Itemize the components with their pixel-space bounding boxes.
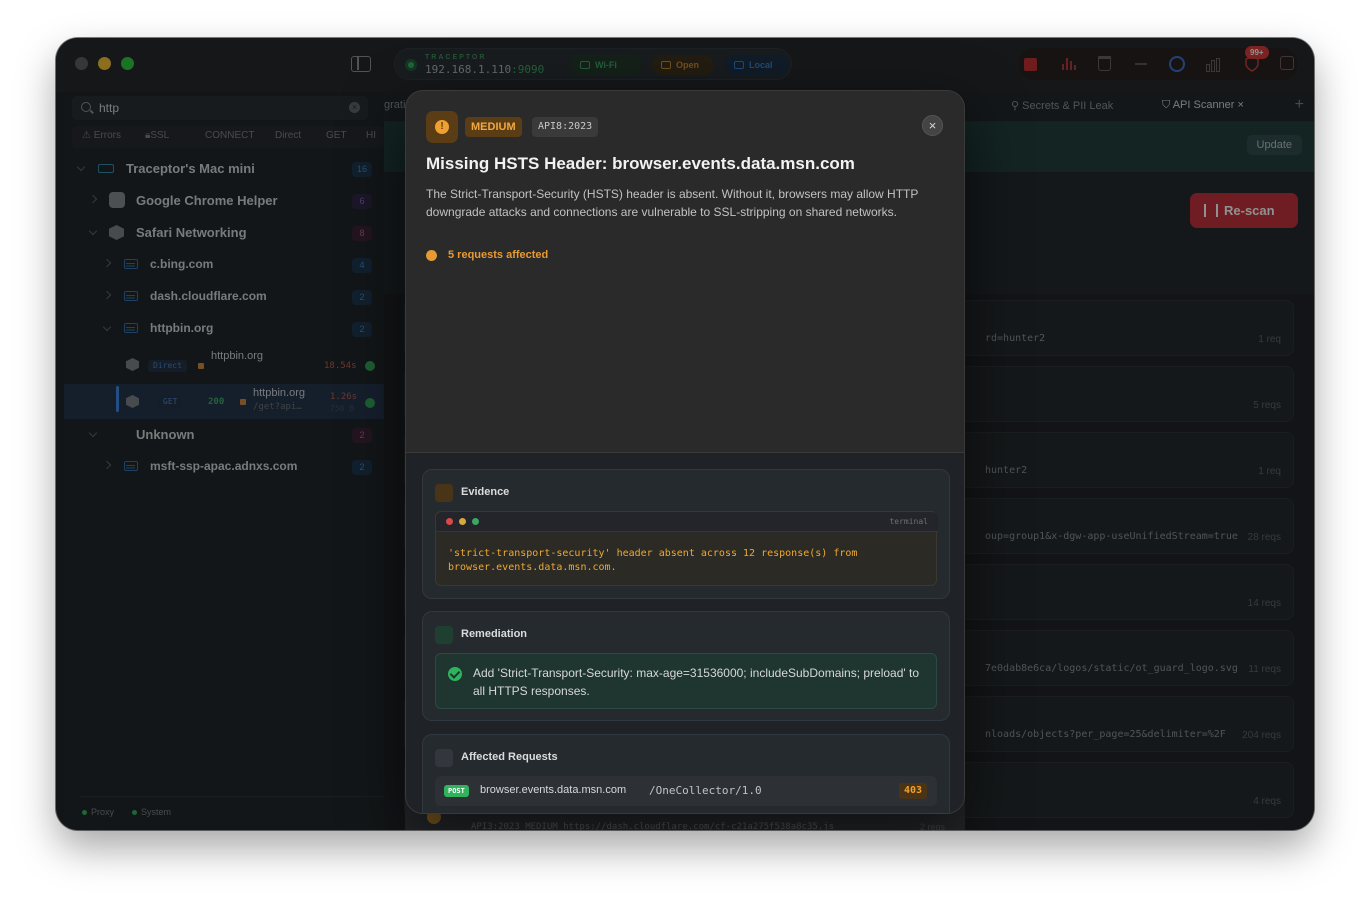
status-code: 403 bbox=[898, 783, 927, 799]
affected-request-row[interactable]: POST browser.events.data.msn.com /OneCol… bbox=[435, 776, 937, 806]
remediation-heading: Remediation bbox=[461, 628, 528, 640]
card-tag: API3:2023 bbox=[471, 822, 520, 830]
affected-label: 5 requests affected bbox=[448, 249, 549, 261]
terminal-titlebar: terminal bbox=[436, 512, 938, 532]
close-modal-button[interactable]: × bbox=[922, 115, 943, 136]
card-url: https://dash.cloudflare.com/cf-c21a275f5… bbox=[563, 822, 835, 830]
list-icon bbox=[435, 749, 453, 767]
terminal-label: terminal bbox=[889, 517, 928, 526]
modal-details: Evidence terminal 'strict-transport-secu… bbox=[406, 452, 964, 813]
shield-check-icon bbox=[435, 626, 453, 644]
terminal-dot-green bbox=[472, 518, 479, 525]
card-reqs: 2 reqs bbox=[919, 822, 945, 830]
remediation-text: Add 'Strict-Transport-Security: max-age=… bbox=[473, 666, 920, 698]
finding-title: Missing HSTS Header: browser.events.data… bbox=[426, 154, 855, 173]
affected-requests-section: Affected Requests POST browser.events.da… bbox=[422, 734, 950, 813]
warning-icon bbox=[426, 111, 458, 143]
remediation-box: Add 'Strict-Transport-Security: max-age=… bbox=[435, 653, 937, 709]
terminal-dot-red bbox=[446, 518, 453, 525]
arrow-circle-icon bbox=[426, 250, 437, 261]
evidence-section: Evidence terminal 'strict-transport-secu… bbox=[422, 469, 950, 599]
request-host: browser.events.data.msn.com bbox=[480, 784, 627, 796]
owasp-tag: API8:2023 bbox=[532, 117, 599, 137]
card-tags: API3:2023 MEDIUM https://dash.cloudflare… bbox=[471, 822, 834, 830]
request-path: /OneCollector/1.0 bbox=[649, 784, 762, 797]
check-circle-icon bbox=[448, 667, 462, 681]
evidence-heading: Evidence bbox=[461, 486, 510, 498]
finding-detail-modal: MEDIUM API8:2023 × Missing HSTS Header: … bbox=[405, 90, 965, 814]
method-badge: POST bbox=[444, 785, 469, 797]
terminal-dot-yellow bbox=[459, 518, 466, 525]
app-window: TRACEPTOR 192.168.1.110:9090 Wi-Fi Open … bbox=[56, 38, 1314, 830]
affected-link[interactable]: 5 requests affected bbox=[426, 249, 548, 261]
finding-description: The Strict-Transport-Security (HSTS) hea… bbox=[426, 187, 919, 219]
card-severity: MEDIUM bbox=[525, 822, 558, 830]
terminal-box: terminal 'strict-transport-security' hea… bbox=[435, 511, 938, 586]
severity-badge: MEDIUM bbox=[465, 117, 522, 137]
affected-requests-heading: Affected Requests bbox=[461, 751, 558, 763]
remediation-section: Remediation Add 'Strict-Transport-Securi… bbox=[422, 611, 950, 721]
evidence-text: 'strict-transport-security' header absen… bbox=[448, 548, 858, 573]
evidence-icon bbox=[435, 484, 453, 502]
